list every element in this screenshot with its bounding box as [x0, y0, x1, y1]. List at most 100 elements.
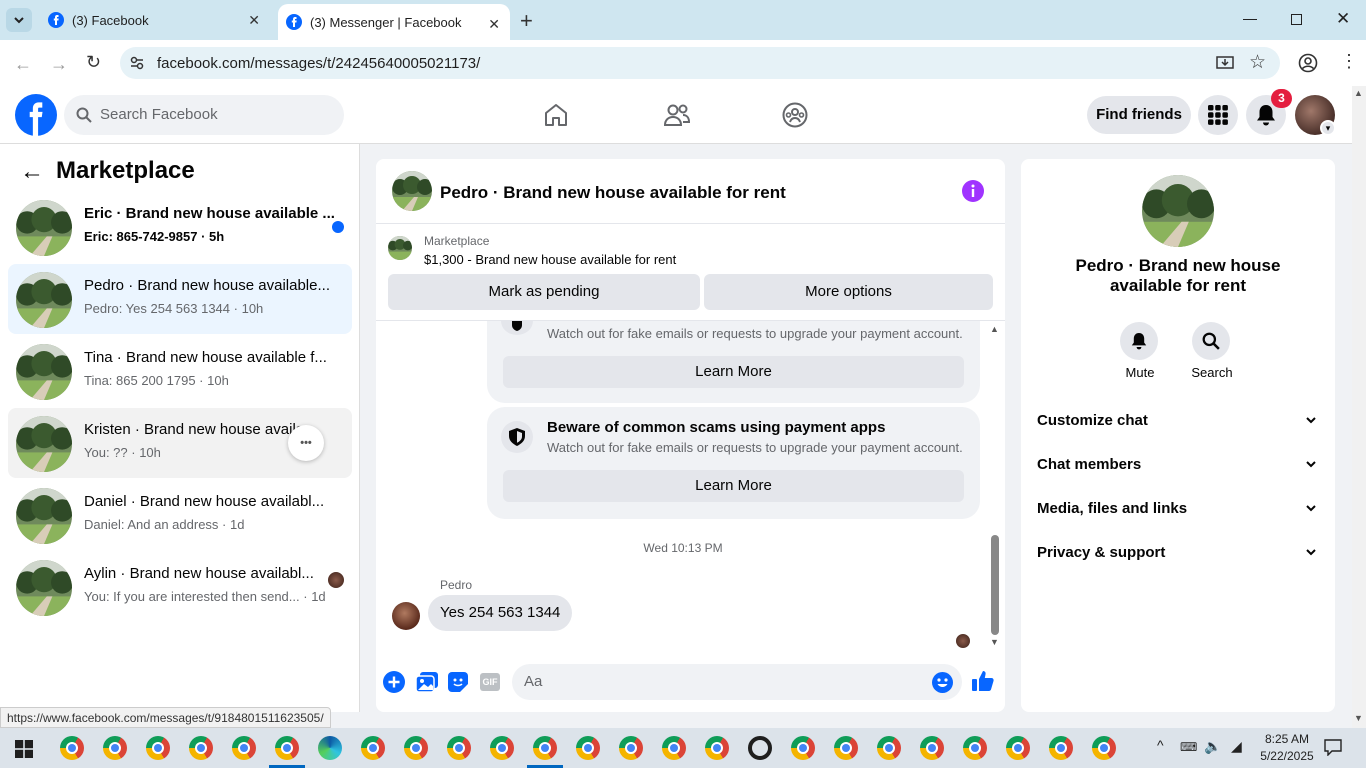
url-text[interactable]: facebook.com/messages/t/2424564000502117…: [157, 55, 480, 72]
conversation-item[interactable]: Pedro · Brand new house available... Pedr…: [8, 264, 352, 334]
chrome-icon[interactable]: [877, 736, 901, 760]
chrome-icon[interactable]: [275, 736, 299, 760]
back-arrow-icon[interactable]: ←: [20, 158, 44, 186]
mark-as-pending-button[interactable]: Mark as pending: [388, 274, 700, 310]
chrome-icon[interactable]: [834, 736, 858, 760]
conversation-more-button[interactable]: •••: [288, 425, 324, 461]
chevron-down-icon: [1306, 549, 1316, 556]
chrome-icon[interactable]: [146, 736, 170, 760]
chrome-icon[interactable]: [791, 736, 815, 760]
tab-facebook[interactable]: (3) Facebook ✕: [40, 0, 270, 40]
browser-menu-icon[interactable]: ⋮: [1340, 51, 1358, 72]
more-options-button[interactable]: More options: [704, 274, 993, 310]
chat-title[interactable]: Pedro · Brand new house available for re…: [440, 183, 786, 203]
conversation-item[interactable]: Daniel · Brand new house availabl... Dani…: [8, 480, 352, 550]
chrome-icon[interactable]: [1049, 736, 1073, 760]
page-scroll-down-arrow[interactable]: ▼: [1354, 713, 1363, 723]
conversation-item[interactable]: Eric · Brand new house available ... Eric…: [8, 192, 352, 262]
message-bubble[interactable]: Yes 254 563 1344: [428, 595, 573, 631]
home-icon[interactable]: [543, 102, 569, 128]
chrome-icon[interactable]: [1092, 736, 1116, 760]
chat-scroll-down-arrow[interactable]: ▼: [990, 637, 999, 647]
windows-start-icon[interactable]: [15, 740, 33, 758]
install-app-icon[interactable]: [1216, 54, 1234, 72]
notification-center-icon[interactable]: [1324, 739, 1342, 756]
close-tab-icon[interactable]: ✕: [488, 16, 500, 33]
sticker-icon[interactable]: [448, 672, 468, 692]
info-icon[interactable]: [962, 180, 984, 202]
page-scrollbar[interactable]: [1352, 86, 1366, 728]
minimize-window-button[interactable]: [1243, 19, 1257, 20]
chrome-icon[interactable]: [619, 736, 643, 760]
conversation-item[interactable]: Tina · Brand new house available f... Tin…: [8, 336, 352, 406]
forward-button[interactable]: →: [50, 54, 68, 75]
gallery-icon[interactable]: [416, 672, 438, 692]
learn-more-button[interactable]: Learn More: [503, 470, 964, 502]
sender-avatar[interactable]: [392, 602, 420, 630]
chat-members-section[interactable]: Chat members: [1037, 456, 1327, 473]
keyboard-language-icon[interactable]: ⌨: [1180, 740, 1197, 754]
friends-icon[interactable]: [663, 102, 691, 128]
chrome-icon[interactable]: [662, 736, 686, 760]
privacy-support-section[interactable]: Privacy & support: [1037, 544, 1327, 561]
emoji-icon[interactable]: [932, 672, 953, 693]
chat-avatar[interactable]: [392, 171, 432, 211]
plus-circle-icon[interactable]: [383, 671, 405, 693]
customize-chat-section[interactable]: Customize chat: [1037, 412, 1327, 429]
chrome-icon[interactable]: [963, 736, 987, 760]
chrome-icon[interactable]: [533, 736, 557, 760]
conversation-name: Daniel · Brand new house availabl...: [84, 493, 325, 510]
separator-dot: ·: [197, 229, 210, 244]
chrome-icon[interactable]: [404, 736, 428, 760]
network-icon[interactable]: ◢: [1231, 738, 1242, 755]
new-tab-button[interactable]: +: [520, 8, 533, 34]
volume-icon[interactable]: 🔈: [1204, 738, 1221, 755]
chrome-icon[interactable]: [232, 736, 256, 760]
chat-scroll-up-arrow[interactable]: ▲: [990, 324, 999, 334]
conversation-item[interactable]: Kristen · Brand new house availa... You: …: [8, 408, 352, 478]
clock-time[interactable]: 8:25 AM: [1258, 732, 1316, 746]
page-scroll-up-arrow[interactable]: ▲: [1354, 88, 1363, 98]
chrome-icon[interactable]: [920, 736, 944, 760]
gif-icon[interactable]: GIF: [480, 673, 500, 691]
listing-thumbnail[interactable]: [388, 236, 412, 260]
message-input[interactable]: Aa: [512, 664, 962, 700]
bookmark-star-icon[interactable]: ☆: [1249, 51, 1266, 74]
whatsapp-icon[interactable]: [748, 736, 772, 760]
clock-date[interactable]: 5/22/2025: [1256, 749, 1318, 763]
chrome-icon[interactable]: [103, 736, 127, 760]
details-avatar[interactable]: [1142, 175, 1214, 247]
chrome-icon[interactable]: [576, 736, 600, 760]
profile-icon[interactable]: [1298, 53, 1318, 73]
chrome-icon[interactable]: [447, 736, 471, 760]
groups-icon[interactable]: [782, 102, 808, 128]
chrome-icon[interactable]: [705, 736, 729, 760]
restore-window-button[interactable]: [1291, 14, 1302, 25]
close-window-button[interactable]: ✕: [1336, 9, 1350, 29]
conversation-item[interactable]: Aylin · Brand new house availabl... You: …: [8, 552, 352, 622]
facebook-logo-icon[interactable]: [15, 94, 57, 136]
account-chevron-icon[interactable]: ▾: [1320, 120, 1336, 136]
mute-button[interactable]: [1120, 322, 1158, 360]
chrome-icon[interactable]: [1006, 736, 1030, 760]
chrome-icon[interactable]: [60, 736, 84, 760]
search-in-chat-button[interactable]: [1192, 322, 1230, 360]
chat-scrollbar-thumb[interactable]: [991, 535, 999, 635]
back-button[interactable]: ←: [14, 54, 32, 75]
listing-title[interactable]: $1,300 - Brand new house available for r…: [424, 252, 676, 267]
site-settings-icon[interactable]: [129, 55, 145, 71]
tray-overflow-icon[interactable]: ^: [1157, 737, 1164, 753]
thumbs-up-icon[interactable]: [972, 670, 994, 692]
edge-browser-icon[interactable]: [318, 736, 342, 760]
media-files-links-section[interactable]: Media, files and links: [1037, 500, 1327, 517]
chrome-icon[interactable]: [189, 736, 213, 760]
close-tab-icon[interactable]: ✕: [248, 12, 260, 29]
tab-list-dropdown-button[interactable]: [6, 8, 32, 32]
reload-button[interactable]: ↻: [86, 52, 101, 73]
chrome-icon[interactable]: [490, 736, 514, 760]
menu-button[interactable]: [1198, 95, 1238, 135]
chrome-icon[interactable]: [361, 736, 385, 760]
learn-more-button[interactable]: Learn More: [503, 356, 964, 388]
find-friends-button[interactable]: Find friends: [1087, 96, 1191, 134]
tab-messenger[interactable]: (3) Messenger | Facebook ✕: [278, 4, 510, 40]
